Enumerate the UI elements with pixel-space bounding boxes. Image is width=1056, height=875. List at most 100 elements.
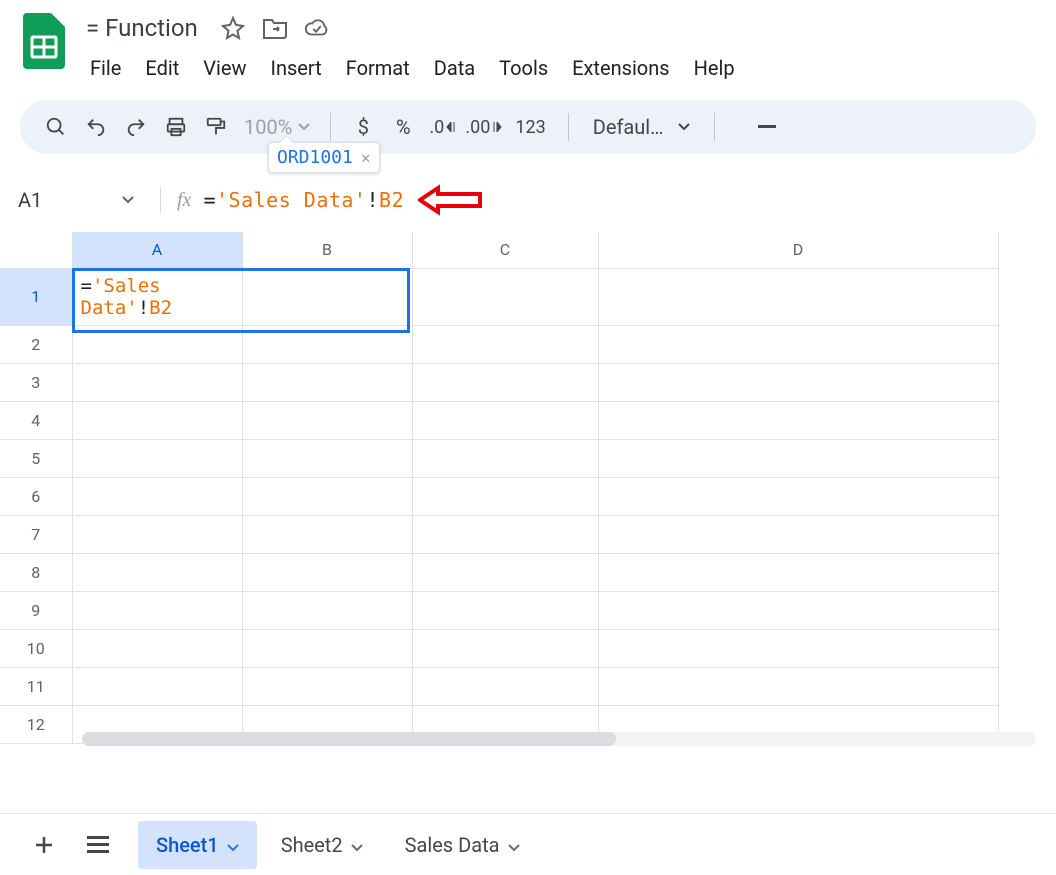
print-icon[interactable] — [158, 109, 194, 145]
cell[interactable] — [598, 439, 998, 477]
spreadsheet-grid[interactable]: ABCD1='Sales Data'!B223456789101112 — [0, 232, 1056, 744]
row-header[interactable]: 7 — [0, 515, 72, 553]
cell[interactable] — [598, 667, 998, 705]
sheets-logo-icon[interactable] — [20, 10, 68, 72]
all-sheets-button[interactable] — [74, 821, 122, 869]
cell[interactable] — [242, 591, 412, 629]
zoom-dropdown[interactable]: 100% — [238, 115, 316, 139]
menu-data[interactable]: Data — [424, 50, 485, 86]
select-all-corner[interactable] — [0, 232, 72, 268]
cell[interactable] — [72, 363, 242, 401]
formula-input[interactable]: ='Sales Data'!B2 — [203, 188, 404, 212]
row-header[interactable]: 4 — [0, 401, 72, 439]
document-title[interactable]: = Function — [80, 12, 204, 44]
add-sheet-button[interactable] — [20, 821, 68, 869]
row-header[interactable]: 2 — [0, 325, 72, 363]
sheet-tab[interactable]: Sales Data — [387, 821, 538, 869]
cell[interactable] — [242, 477, 412, 515]
menu-insert[interactable]: Insert — [261, 50, 332, 86]
row-header[interactable]: 11 — [0, 667, 72, 705]
increase-decimal-button[interactable]: .00 — [465, 109, 503, 145]
menu-extensions[interactable]: Extensions — [562, 50, 679, 86]
format-percent-button[interactable]: % — [385, 109, 421, 145]
font-dropdown[interactable]: Defaul… — [583, 115, 700, 139]
menu-help[interactable]: Help — [684, 50, 745, 86]
menu-file[interactable]: File — [80, 50, 131, 86]
row-header[interactable]: 9 — [0, 591, 72, 629]
chevron-down-icon[interactable] — [227, 833, 239, 857]
cell[interactable] — [412, 401, 598, 439]
cell[interactable] — [242, 325, 412, 363]
menu-view[interactable]: View — [193, 50, 256, 86]
cell[interactable] — [242, 439, 412, 477]
cell[interactable] — [598, 363, 998, 401]
cell[interactable] — [598, 401, 998, 439]
paint-format-icon[interactable] — [198, 109, 234, 145]
search-icon[interactable] — [38, 109, 74, 145]
sheet-tab[interactable]: Sheet1 — [138, 821, 257, 869]
cell[interactable] — [242, 401, 412, 439]
cell[interactable] — [72, 515, 242, 553]
redo-icon[interactable] — [118, 109, 154, 145]
undo-icon[interactable] — [78, 109, 114, 145]
cell[interactable] — [242, 667, 412, 705]
column-header[interactable]: A — [72, 232, 242, 268]
cell[interactable] — [412, 325, 598, 363]
menu-format[interactable]: Format — [336, 50, 420, 86]
cell[interactable] — [242, 363, 412, 401]
cell[interactable] — [72, 591, 242, 629]
cell[interactable] — [598, 515, 998, 553]
cell[interactable] — [412, 439, 598, 477]
decrease-font-button[interactable] — [749, 109, 785, 145]
cell[interactable] — [412, 629, 598, 667]
row-header[interactable]: 5 — [0, 439, 72, 477]
cell[interactable] — [72, 325, 242, 363]
row-header[interactable]: 6 — [0, 477, 72, 515]
cell[interactable] — [72, 439, 242, 477]
scrollbar-thumb[interactable] — [82, 732, 616, 746]
column-header[interactable]: C — [412, 232, 598, 268]
cell[interactable]: ='Sales Data'!B2 — [72, 268, 242, 325]
name-box[interactable]: A1 — [14, 188, 144, 212]
cell[interactable] — [598, 591, 998, 629]
cell[interactable] — [598, 268, 998, 325]
cell[interactable] — [72, 401, 242, 439]
cloud-status-icon[interactable] — [304, 15, 330, 41]
cell[interactable] — [598, 629, 998, 667]
cell[interactable] — [72, 667, 242, 705]
menu-edit[interactable]: Edit — [135, 50, 189, 86]
cell[interactable] — [598, 325, 998, 363]
cell[interactable] — [412, 591, 598, 629]
column-header[interactable]: D — [598, 232, 998, 268]
horizontal-scrollbar[interactable] — [82, 732, 1036, 746]
cell[interactable] — [72, 553, 242, 591]
sheet-tab[interactable]: Sheet2 — [263, 821, 381, 869]
decrease-decimal-button[interactable]: .0 — [425, 109, 461, 145]
cell[interactable] — [242, 268, 412, 325]
chevron-down-icon[interactable] — [508, 833, 520, 857]
more-formats-button[interactable]: 123 — [507, 109, 553, 145]
close-icon[interactable]: ✕ — [361, 148, 371, 167]
row-header[interactable]: 12 — [0, 705, 72, 743]
star-icon[interactable] — [220, 15, 246, 41]
column-header[interactable]: B — [242, 232, 412, 268]
cell[interactable] — [598, 553, 998, 591]
chevron-down-icon[interactable] — [351, 833, 363, 857]
cell[interactable] — [412, 363, 598, 401]
move-folder-icon[interactable] — [262, 15, 288, 41]
row-header[interactable]: 3 — [0, 363, 72, 401]
row-header[interactable]: 8 — [0, 553, 72, 591]
cell[interactable] — [242, 515, 412, 553]
cell[interactable] — [242, 553, 412, 591]
cell[interactable] — [72, 629, 242, 667]
format-currency-button[interactable]: $ — [345, 109, 381, 145]
cell[interactable] — [598, 477, 998, 515]
cell[interactable] — [242, 629, 412, 667]
cell[interactable] — [412, 268, 598, 325]
row-header[interactable]: 10 — [0, 629, 72, 667]
menu-tools[interactable]: Tools — [489, 50, 558, 86]
cell[interactable] — [412, 515, 598, 553]
cell[interactable] — [412, 477, 598, 515]
cell[interactable] — [412, 553, 598, 591]
cell[interactable] — [412, 667, 598, 705]
